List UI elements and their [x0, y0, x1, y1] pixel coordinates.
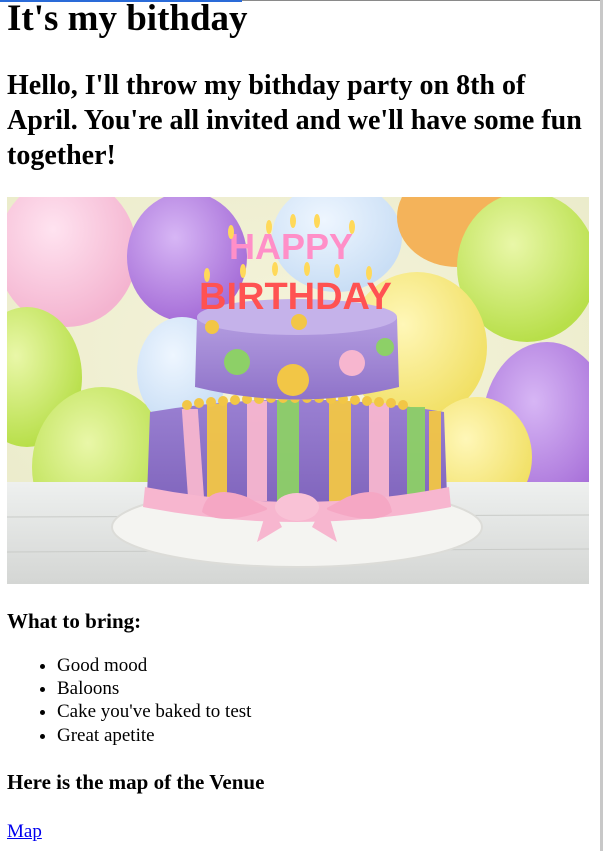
venue-map-heading: Here is the map of the Venue [7, 769, 265, 794]
candle-text-top: HAPPY [229, 226, 353, 267]
list-item: Great apetite [57, 724, 593, 747]
bring-list: Good mood Baloons Cake you've baked to t… [7, 654, 593, 747]
candle-text-bottom: BIRTHDAY [199, 276, 392, 318]
invitation-text: Hello, I'll throw my bithday party on 8t… [7, 70, 582, 171]
list-item: Cake you've baked to test [57, 700, 593, 723]
what-to-bring-heading: What to bring: [7, 609, 142, 633]
map-link[interactable]: Map [7, 820, 42, 843]
list-item: Good mood [57, 654, 593, 677]
birthday-cake-image: HAPPY BIRTHDAY [7, 197, 589, 584]
page-title: It's my bithday [7, 0, 248, 39]
page-content: It's my bithday Hello, I'll throw my bit… [7, 0, 593, 843]
list-item: Baloons [57, 677, 593, 700]
